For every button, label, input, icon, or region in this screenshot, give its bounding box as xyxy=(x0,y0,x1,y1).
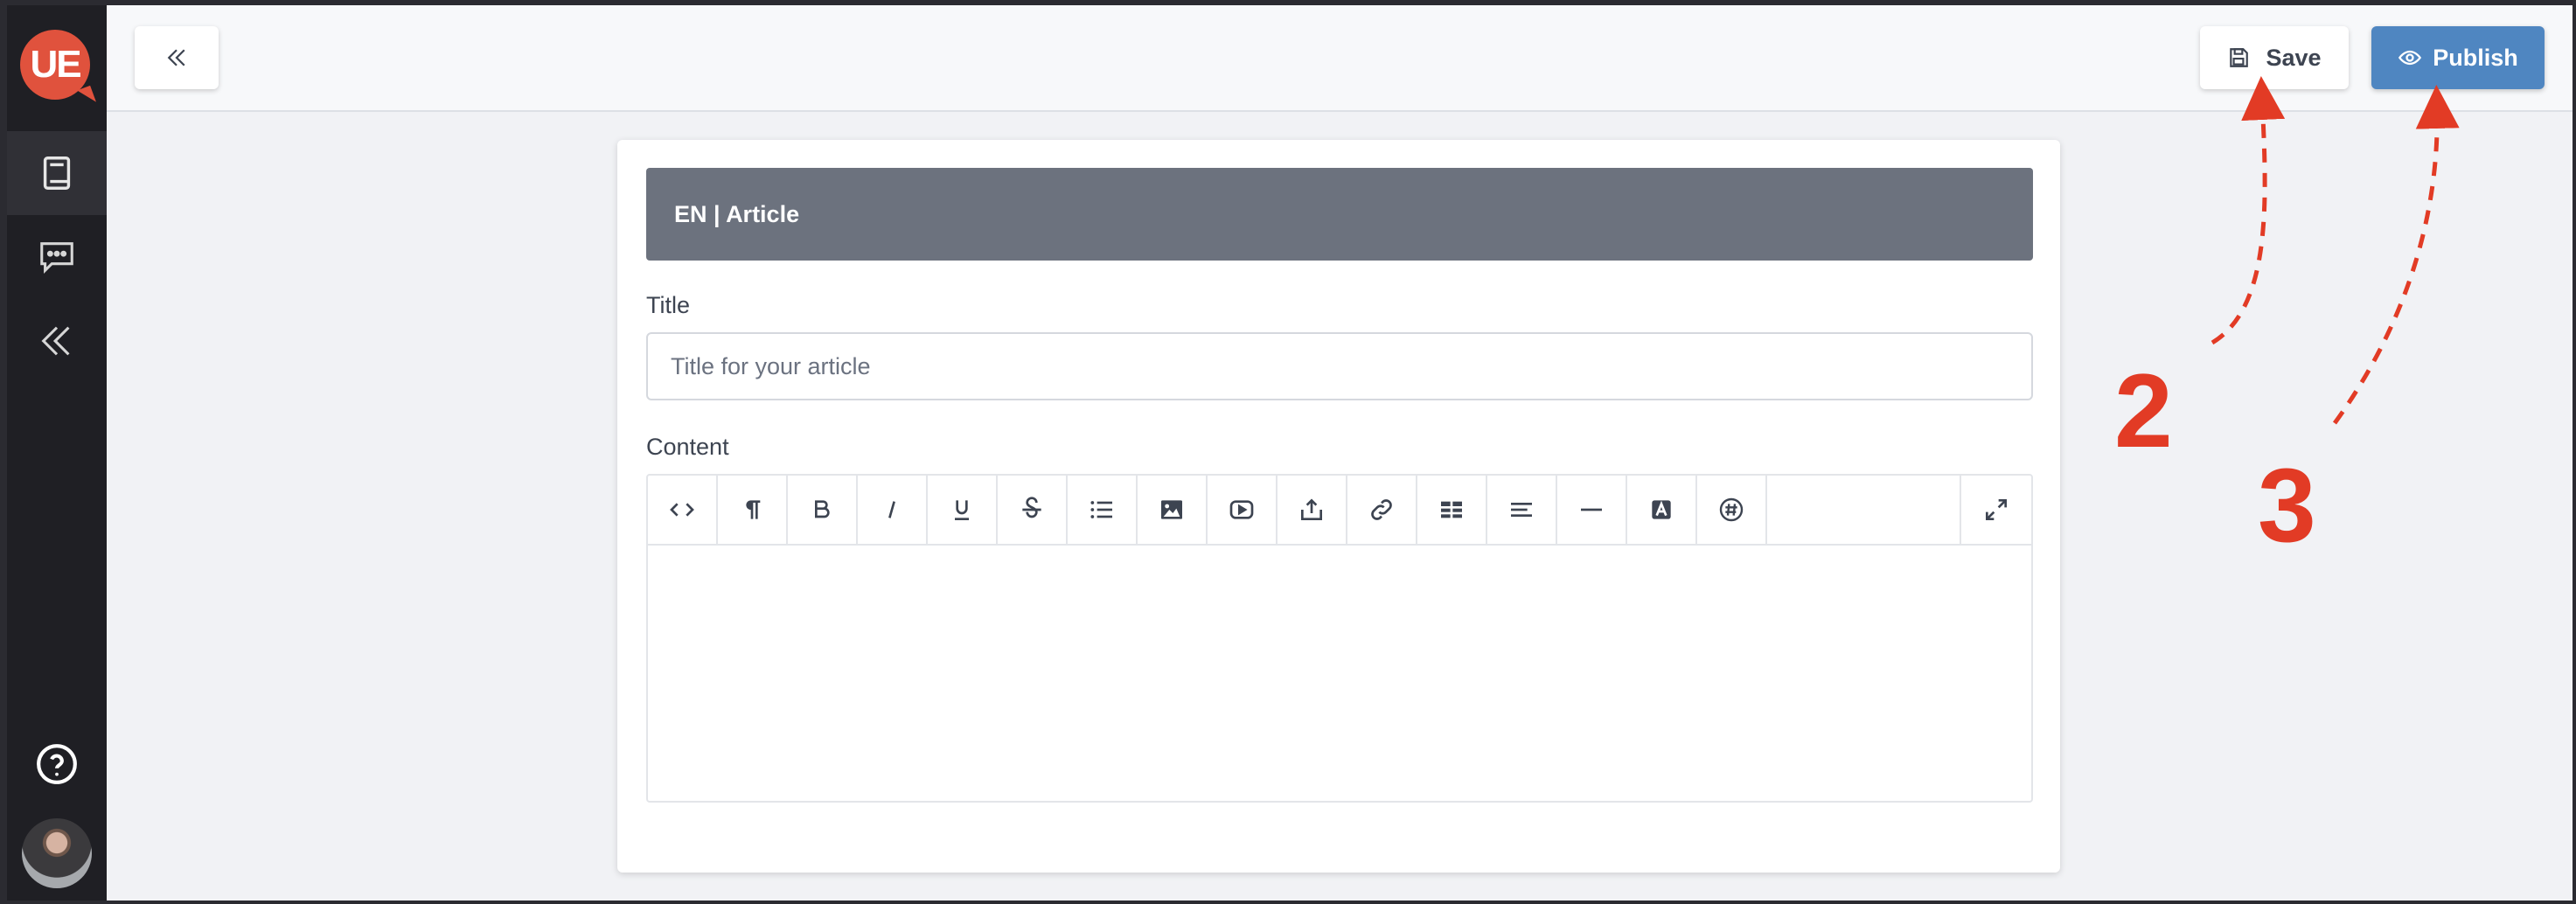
paragraph-button[interactable] xyxy=(718,476,788,544)
toolbar-spacer xyxy=(1767,476,1961,544)
fullscreen-button[interactable] xyxy=(1961,476,2031,544)
list-button[interactable] xyxy=(1068,476,1138,544)
question-circle-icon xyxy=(37,744,77,784)
window-frame-right xyxy=(2573,0,2576,904)
text-color-icon xyxy=(1652,500,1671,519)
double-chevron-left-icon xyxy=(167,49,185,66)
sidebar-item-comments[interactable] xyxy=(7,215,107,299)
title-input[interactable]: Title for your article xyxy=(646,332,2033,400)
underline-button[interactable] xyxy=(928,476,998,544)
image-button[interactable] xyxy=(1138,476,1208,544)
underline-icon xyxy=(955,500,969,520)
publish-button-label: Publish xyxy=(2433,44,2518,71)
eye-icon xyxy=(2398,50,2422,66)
list-icon xyxy=(1090,501,1112,518)
arrow-to-save xyxy=(2210,76,2286,345)
link-icon xyxy=(1371,499,1392,520)
annotation-number-3: 3 xyxy=(2258,447,2316,564)
hashtag-button[interactable] xyxy=(1697,476,1767,544)
chat-icon xyxy=(40,242,73,275)
table-button[interactable] xyxy=(1417,476,1487,544)
window-frame-bottom xyxy=(0,901,2576,904)
double-chevron-left-icon xyxy=(41,326,70,356)
link-button[interactable] xyxy=(1347,476,1417,544)
video-icon xyxy=(1229,500,1254,519)
save-button-label: Save xyxy=(2266,44,2322,71)
bold-button[interactable] xyxy=(788,476,858,544)
align-left-icon xyxy=(1511,503,1532,517)
editor-toolbar xyxy=(648,476,2031,546)
code-view-button[interactable] xyxy=(648,476,718,544)
top-bar: Save Publish xyxy=(107,5,2573,112)
fullscreen-icon xyxy=(1986,499,2007,520)
strikethrough-icon xyxy=(1022,497,1041,518)
book-icon xyxy=(43,156,71,190)
title-label: Title xyxy=(646,292,691,318)
sidebar-item-collapse[interactable] xyxy=(7,299,107,383)
bold-icon xyxy=(815,500,830,518)
collapse-panel-button[interactable] xyxy=(135,26,219,89)
publish-button[interactable]: Publish xyxy=(2371,26,2545,89)
sidebar-item-help[interactable] xyxy=(7,722,107,806)
title-placeholder: Title for your article xyxy=(671,352,871,379)
arrow-to-publish xyxy=(2332,85,2460,425)
horizontal-rule-icon xyxy=(1581,508,1602,511)
sidebar: UE xyxy=(7,5,107,901)
logo-text: UE xyxy=(30,43,81,86)
content-editor[interactable] xyxy=(646,474,2033,803)
hashtag-icon xyxy=(1719,497,1744,522)
upload-icon xyxy=(1301,498,1322,520)
window-frame-left xyxy=(0,0,7,904)
italic-button[interactable] xyxy=(858,476,928,544)
card-header: EN | Article xyxy=(646,168,2033,261)
article-card: EN | Article Title Title for your articl… xyxy=(617,140,2060,873)
text-color-button[interactable] xyxy=(1627,476,1697,544)
logo[interactable]: UE xyxy=(20,30,90,100)
image-icon xyxy=(1161,500,1182,519)
italic-icon xyxy=(888,501,895,518)
upload-button[interactable] xyxy=(1278,476,1347,544)
sidebar-item-content[interactable] xyxy=(7,131,107,215)
align-button[interactable] xyxy=(1487,476,1557,544)
floppy-disk-icon xyxy=(2230,48,2249,67)
user-avatar[interactable] xyxy=(22,818,92,888)
strikethrough-button[interactable] xyxy=(998,476,1068,544)
annotation-number-2: 2 xyxy=(2114,352,2173,469)
table-icon xyxy=(1441,501,1462,518)
paragraph-icon xyxy=(746,500,761,519)
save-button[interactable]: Save xyxy=(2200,26,2349,89)
content-label: Content xyxy=(646,434,729,460)
horizontal-rule-button[interactable] xyxy=(1557,476,1627,544)
video-button[interactable] xyxy=(1208,476,1278,544)
code-icon xyxy=(670,503,694,517)
